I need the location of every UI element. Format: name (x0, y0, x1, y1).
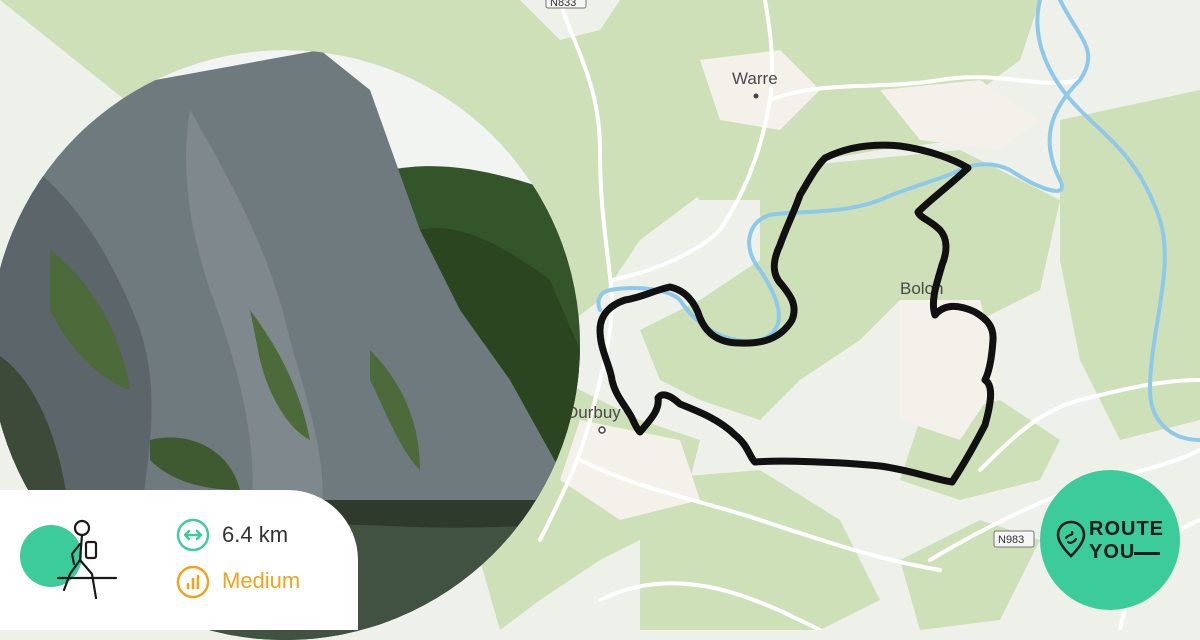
difficulty-value: Medium (222, 568, 301, 593)
brand-underline (1134, 552, 1160, 555)
signal-bars-icon (176, 565, 210, 599)
warre-dot (753, 93, 759, 99)
distance-value: 6.4 km (222, 522, 289, 547)
svg-text:N833: N833 (550, 0, 576, 9)
place-warre: Warre (732, 69, 778, 88)
place-durbuy: Durbuy (566, 403, 621, 422)
svg-text:N983: N983 (998, 534, 1024, 546)
road-shield-n983: N983 (993, 530, 1035, 548)
road-shield-n833: N833 (545, 0, 587, 9)
horizontal-arrows-icon (176, 518, 210, 552)
route-pin-icon (1056, 520, 1086, 558)
brand-word-route: ROUTE (1089, 518, 1164, 540)
durbuy-dot (598, 426, 606, 434)
brand-word-you: YOU (1089, 541, 1136, 563)
hiking-person-icon (56, 519, 118, 600)
